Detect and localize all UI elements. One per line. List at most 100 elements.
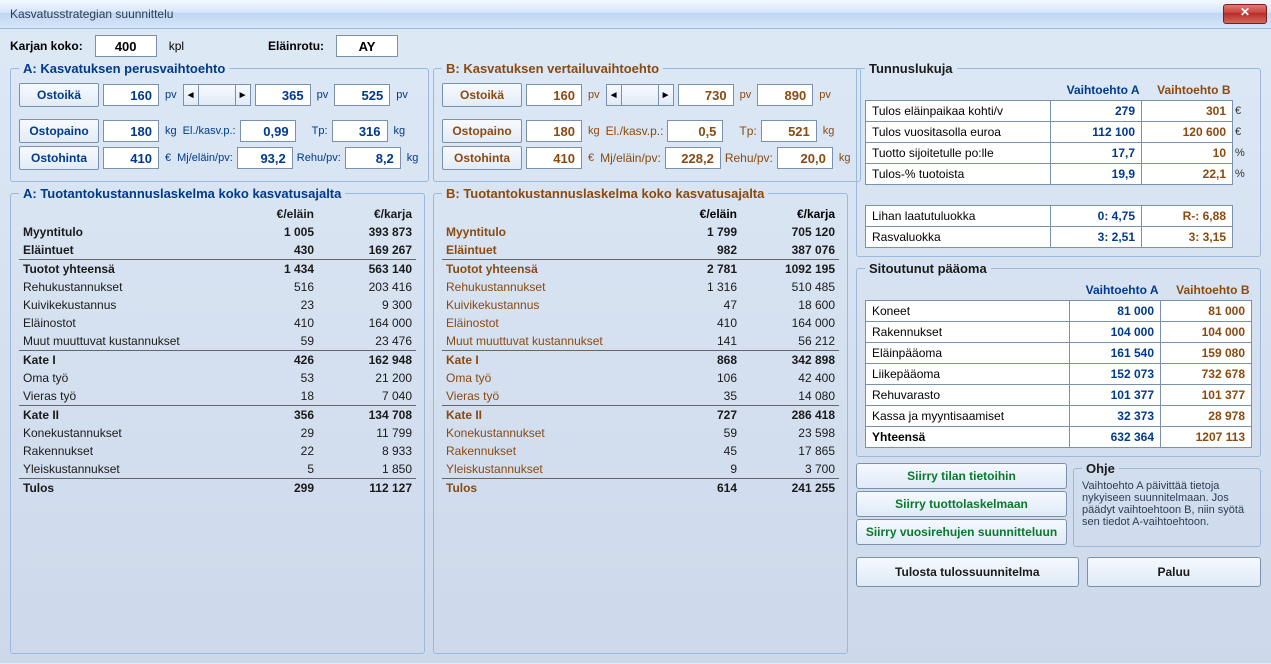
days2-b[interactable]: 730	[678, 84, 734, 106]
ostoika-b-btn[interactable]: Ostoikä	[442, 83, 522, 107]
days-spinner-b[interactable]: ◄ ►	[606, 84, 674, 106]
btn-tulosta[interactable]: Tulosta tulossuunnitelma	[856, 557, 1079, 587]
ostopaino-b[interactable]: 180	[526, 120, 582, 142]
nav-vuosirehujen[interactable]: Siirry vuosirehujen suunnitteluun	[856, 519, 1067, 545]
elkasvp-b-label: El./kasv.p.:	[606, 124, 664, 138]
table-row: Vieras työ187 040	[19, 387, 416, 406]
table-row: Myyntitulo1 799705 120	[442, 223, 839, 241]
table-row: Rakennukset104 000104 000	[866, 322, 1252, 343]
table-row: Kuivikekustannus4718 600	[442, 296, 839, 314]
legend-sit: Sitoutunut pääoma	[865, 261, 991, 276]
table-row: Rehuvarasto101 377101 377	[866, 385, 1252, 406]
mj-a-label: Mj/eläin/pv:	[177, 152, 233, 164]
table-row: Koneet81 00081 000	[866, 301, 1252, 322]
legend-a2: A: Tuotantokustannuslaskelma koko kasvat…	[19, 186, 345, 201]
ostohinta-a-btn[interactable]: Ostohinta	[19, 146, 99, 170]
nav-tilan-tietoihin[interactable]: Siirry tilan tietoihin	[856, 463, 1067, 489]
rehu-b: 20,0	[777, 147, 833, 169]
panel-tunnuslukuja: Tunnuslukuja Vaihtoehto AVaihtoehto B Tu…	[856, 61, 1261, 257]
panel-sitoutunut: Sitoutunut pääoma Vaihtoehto AVaihtoehto…	[856, 261, 1261, 457]
legend-ohje: Ohje	[1082, 461, 1119, 476]
table-row: Vieras työ3514 080	[442, 387, 839, 406]
legend-b2: B: Tuotantokustannuslaskelma koko kasvat…	[442, 186, 768, 201]
nav-tuottolaskelmaan[interactable]: Siirry tuottolaskelmaan	[856, 491, 1067, 517]
pv-unit2: pv	[315, 89, 331, 101]
elkasvp-a-label: El./kasv.p.:	[183, 125, 236, 137]
spin-left-icon[interactable]: ◄	[183, 84, 199, 106]
table-row: Rakennukset228 933	[19, 442, 416, 460]
ostoika-a-btn[interactable]: Ostoikä	[19, 83, 99, 107]
ostohinta-b[interactable]: 410	[526, 147, 582, 169]
table-b: €/eläin€/karja Myyntitulo1 799705 120Elä…	[442, 205, 839, 497]
ostopaino-a[interactable]: 180	[103, 120, 159, 142]
table-row: Muut muuttuvat kustannukset14156 212	[442, 332, 839, 351]
table-row: Tulos vuositasolla euroa112 100120 600€	[866, 122, 1252, 143]
ostohinta-b-btn[interactable]: Ostohinta	[442, 146, 522, 170]
ostoika-b[interactable]: 160	[526, 84, 582, 106]
table-row: Tulos299112 127	[19, 479, 416, 497]
ostopaino-a-btn[interactable]: Ostopaino	[19, 119, 99, 143]
days-total-a: 525	[334, 84, 390, 106]
table-row: Oma työ5321 200	[19, 369, 416, 387]
table-row: Kuivikekustannus239 300	[19, 296, 416, 314]
elainrotu-input[interactable]: AY	[336, 35, 398, 57]
table-row: Tuotot yhteensä2 7811092 195	[442, 260, 839, 278]
hb1: €/eläin	[643, 205, 741, 223]
pv-unit3: pv	[394, 89, 410, 101]
mj-b-label: Mj/eläin/pv:	[600, 151, 661, 165]
kg1: kg	[163, 125, 179, 137]
ha1: €/eläin	[220, 205, 318, 223]
days2-a[interactable]: 365	[255, 84, 311, 106]
table-row: Tulos614241 255	[442, 479, 839, 497]
table-row: Eläintuet982387 076	[442, 241, 839, 260]
table-row: Eläinostot410164 000	[19, 314, 416, 332]
mj-b: 228,2	[665, 147, 721, 169]
hb2: €/karja	[741, 205, 839, 223]
ostoika-a[interactable]: 160	[103, 84, 159, 106]
ha2: €/karja	[318, 205, 416, 223]
table-row: Kate II356134 708	[19, 406, 416, 424]
panel-a-params: A: Kasvatuksen perusvaihtoehto Ostoikä 1…	[10, 61, 429, 182]
ostohinta-a[interactable]: 410	[103, 147, 159, 169]
pv-unit: pv	[163, 89, 179, 101]
sit-hA: Vaihtoehto A	[1070, 280, 1161, 301]
sit-hB: Vaihtoehto B	[1161, 280, 1252, 301]
elainrotu-label: Eläinrotu:	[268, 39, 324, 53]
table-row: Muut muuttuvat kustannukset5923 476	[19, 332, 416, 351]
elkasvp-b: 0,5	[667, 120, 723, 142]
spin-left-icon[interactable]: ◄	[606, 84, 622, 106]
table-row: Kate I426162 948	[19, 351, 416, 369]
spin-right-icon[interactable]: ►	[235, 84, 251, 106]
elkasvp-a: 0,99	[240, 120, 296, 142]
titlebar: Kasvatusstrategian suunnittelu ✕	[0, 0, 1271, 29]
table-row: Tulos eläinpaikaa kohti/v279301€	[866, 101, 1252, 122]
rehu-a: 8,2	[345, 147, 401, 169]
karjan-koko-input[interactable]: 400	[95, 35, 157, 57]
spin-right-icon[interactable]: ►	[658, 84, 674, 106]
btn-paluu[interactable]: Paluu	[1087, 557, 1261, 587]
kg2: kg	[392, 125, 408, 137]
table-row: Yleiskustannukset51 850	[19, 460, 416, 479]
close-icon[interactable]: ✕	[1223, 4, 1267, 24]
legend-tun: Tunnuslukuja	[865, 61, 957, 76]
table-row: Yhteensä632 3641207 113	[866, 427, 1252, 448]
table-row: Konekustannukset5923 598	[442, 424, 839, 442]
days-spinner-a[interactable]: ◄ ►	[183, 84, 251, 106]
table-row: Kate I868342 898	[442, 351, 839, 369]
eur1: €	[163, 152, 173, 164]
table-row: Kassa ja myyntisaamiset32 37328 978	[866, 406, 1252, 427]
tun-hA: Vaihtoehto A	[1051, 80, 1142, 101]
legend-a1: A: Kasvatuksen perusvaihtoehto	[19, 61, 229, 76]
ostopaino-b-btn[interactable]: Ostopaino	[442, 119, 522, 143]
tp-b: 521	[761, 120, 817, 142]
legend-b1: B: Kasvatuksen vertailuvaihtoehto	[442, 61, 663, 76]
window-title: Kasvatusstrategian suunnittelu	[10, 7, 173, 21]
table-tun: Vaihtoehto AVaihtoehto B Tulos eläinpaik…	[865, 80, 1252, 248]
kpl-unit: kpl	[169, 39, 184, 53]
table-row: Konekustannukset2911 799	[19, 424, 416, 442]
table-row: Rehukustannukset516203 416	[19, 278, 416, 296]
table-row: Lihan laatutuluokka0: 4,75R-: 6,88	[866, 206, 1252, 227]
table-row: Eläintuet430169 267	[19, 241, 416, 260]
table-row: Rehukustannukset1 316510 485	[442, 278, 839, 296]
rehu-b-label: Rehu/pv:	[725, 151, 773, 165]
